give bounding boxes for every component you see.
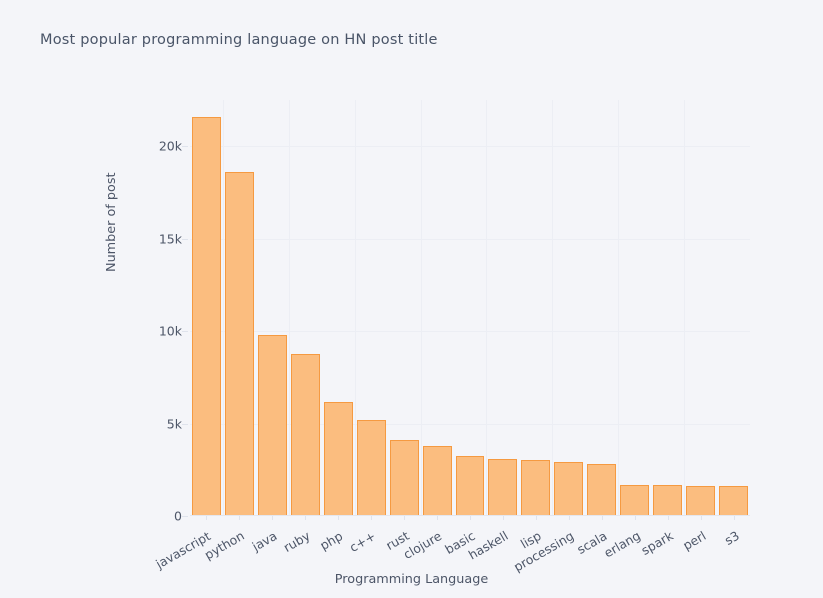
x-tick-label: c++ [346, 528, 379, 555]
bar[interactable] [686, 485, 716, 516]
y-tick-mark [182, 516, 188, 517]
y-tick-mark [182, 331, 188, 333]
y-tick-label: 20k [158, 138, 182, 154]
bar-series [190, 100, 750, 516]
x-tick-label: java [249, 528, 280, 554]
x-axis-title: Programming Language [334, 572, 489, 587]
x-tick-label: erlang [600, 527, 643, 561]
x-tick-label: processing [510, 528, 577, 575]
y-axis-title: Number of post [104, 172, 119, 272]
x-tick-mark [470, 516, 471, 520]
x-tick-label: s3 [721, 527, 742, 548]
bar[interactable] [455, 455, 485, 516]
x-tick-mark [437, 516, 439, 520]
x-tick-mark [338, 516, 340, 520]
y-axis-tick-labels: 0 5k 10k 15k 20k [150, 100, 182, 524]
bar[interactable] [224, 171, 254, 516]
x-tick-mark [634, 516, 636, 520]
x-tick-mark [239, 516, 241, 520]
bar[interactable] [620, 484, 650, 516]
bar[interactable] [521, 459, 551, 516]
bar[interactable] [653, 485, 683, 516]
bar[interactable] [323, 402, 353, 516]
y-tick-label: 0 [174, 508, 182, 524]
y-tick-mark [182, 423, 188, 425]
x-tick-mark [404, 516, 406, 520]
bar[interactable] [290, 353, 320, 516]
x-tick-mark [305, 516, 307, 520]
chart-figure: Most popular programming language on HN … [0, 0, 823, 598]
x-tick-label: perl [679, 527, 709, 553]
y-tick-label: 10k [158, 323, 182, 339]
y-tick-label: 5k [166, 416, 182, 432]
x-axis-tick-labels: javascript python java ruby php c++ rust clojur… [154, 520, 750, 580]
chart-title: Most popular programming language on HN … [40, 32, 438, 48]
x-tick-label: spark [638, 527, 676, 558]
bar[interactable] [191, 117, 221, 516]
bar[interactable] [554, 461, 584, 516]
x-tick-mark [568, 516, 570, 520]
x-tick-mark [733, 516, 735, 520]
bar[interactable] [587, 463, 617, 516]
x-tick-mark [667, 516, 669, 520]
plot-area [190, 100, 750, 516]
x-tick-mark [535, 516, 537, 520]
x-tick-mark [601, 516, 603, 520]
bar[interactable] [356, 420, 386, 516]
bar[interactable] [488, 458, 518, 516]
y-tick-mark [182, 146, 188, 148]
x-tick-mark [700, 516, 702, 520]
bar[interactable] [719, 486, 749, 516]
x-tick-label: php [317, 528, 346, 553]
y-tick-label: 15k [158, 231, 182, 247]
x-tick-mark [272, 516, 274, 520]
x-tick-mark [502, 516, 504, 520]
x-tick-label: ruby [281, 527, 313, 555]
x-tick-mark [206, 516, 208, 520]
bar[interactable] [389, 440, 419, 516]
bar[interactable] [257, 334, 287, 516]
x-tick-mark [371, 516, 373, 520]
bar[interactable] [422, 445, 452, 516]
y-tick-mark [182, 238, 188, 240]
